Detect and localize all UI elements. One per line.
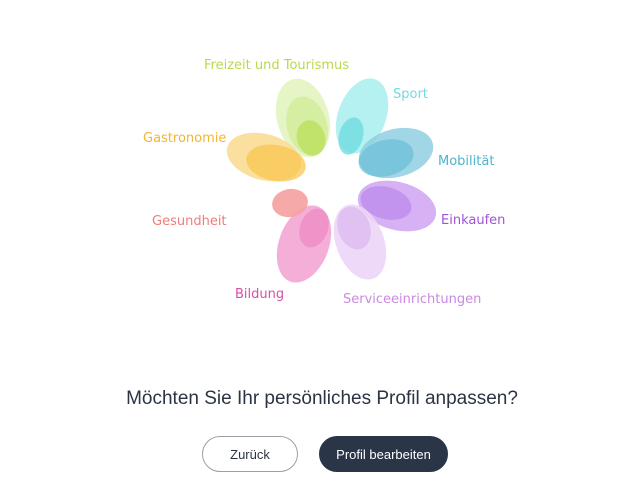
edit-profile-button[interactable]: Profil bearbeiten	[319, 436, 448, 472]
label-gastronomie[interactable]: Gastronomie	[143, 131, 226, 147]
back-button[interactable]: Zurück	[202, 436, 298, 472]
label-service[interactable]: Serviceeinrichtungen	[343, 292, 481, 308]
label-gesundheit[interactable]: Gesundheit	[152, 214, 227, 230]
interest-flower: Freizeit und Tourismus Sport Mobilität E…	[0, 0, 644, 340]
edit-profile-button-label: Profil bearbeiten	[336, 446, 431, 462]
label-freizeit[interactable]: Freizeit und Tourismus	[204, 58, 349, 74]
label-mobilitaet[interactable]: Mobilität	[438, 154, 494, 170]
label-bildung[interactable]: Bildung	[235, 287, 284, 303]
flower-graphic	[226, 78, 437, 283]
label-sport[interactable]: Sport	[393, 87, 428, 103]
profile-question: Möchten Sie Ihr persönliches Profil anpa…	[126, 388, 518, 409]
back-button-label: Zurück	[230, 446, 270, 462]
label-einkaufen[interactable]: Einkaufen	[441, 213, 505, 229]
